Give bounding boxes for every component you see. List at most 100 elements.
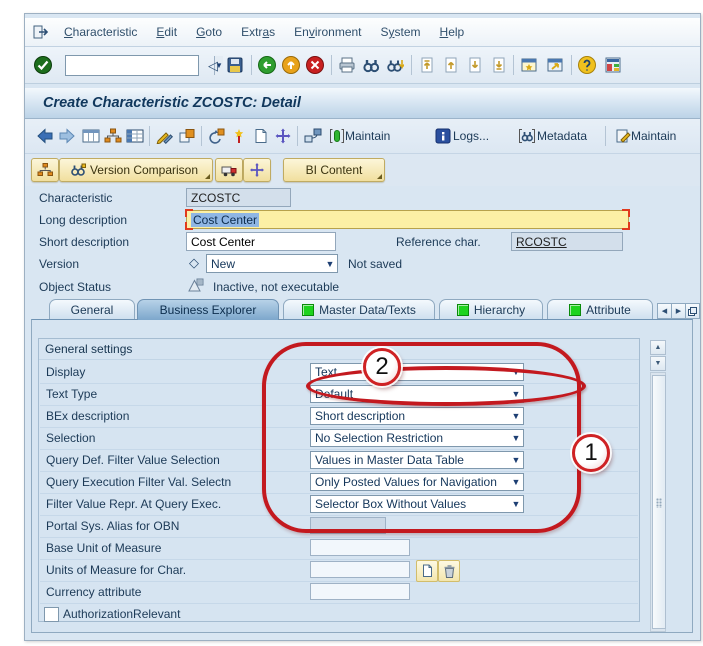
tab-business-explorer[interactable]: Business Explorer (137, 299, 279, 320)
create-units-button[interactable] (416, 560, 438, 582)
tab-attribute[interactable]: Attribute (547, 299, 653, 319)
maintain2-button[interactable]: Maintain (631, 129, 676, 143)
characteristic-label: Characteristic (39, 191, 112, 205)
scroll-up-icon[interactable]: ▲ (650, 340, 666, 355)
base-unit-field[interactable] (310, 539, 410, 556)
tab-scroll-left-icon[interactable]: ◀ (657, 303, 672, 319)
data-flow-button[interactable] (243, 158, 271, 182)
page-up-icon[interactable] (441, 55, 461, 75)
row-label: Units of Measure for Char. (46, 563, 186, 577)
filter-value-repr-dropdown[interactable]: Selector Box Without Values▼ (310, 495, 524, 513)
new-session-icon[interactable] (519, 55, 539, 75)
short-description-input[interactable] (187, 235, 335, 249)
check-icon[interactable] (229, 127, 249, 145)
save-icon[interactable] (225, 55, 245, 75)
customize-layout-icon[interactable] (603, 55, 623, 75)
bi-content-button[interactable]: BI Content (283, 158, 385, 182)
menu-item-edit[interactable]: Edit (156, 25, 177, 39)
maintain-icon[interactable] (327, 127, 347, 145)
sap-gui-screenshot: Characteristic Edit Goto Extras Environment S… (0, 0, 703, 646)
logs-button[interactable]: Logs... (453, 129, 489, 143)
table-icon[interactable] (125, 127, 145, 145)
find-next-icon[interactable] (385, 55, 405, 75)
query-exec-filter-dropdown[interactable]: Only Posted Values for Navigation▼ (310, 473, 524, 491)
exit-icon[interactable] (281, 55, 301, 75)
menu-item-goto[interactable]: Goto (196, 25, 222, 39)
overview-icon[interactable] (81, 127, 101, 145)
tab-general[interactable]: General (49, 299, 135, 319)
dropdown-value: Text (311, 365, 509, 379)
maintain-button[interactable]: Maintain (345, 129, 390, 143)
green-status-icon (302, 304, 314, 316)
next-object-icon[interactable] (57, 127, 77, 145)
enter-icon[interactable] (33, 55, 53, 75)
version-comparison-button[interactable]: Version Comparison (59, 158, 213, 182)
long-description-field[interactable]: Cost Center (186, 210, 629, 229)
query-def-filter-dropdown[interactable]: Values in Master Data Table▼ (310, 451, 524, 469)
scrollbar-thumb[interactable] (652, 375, 666, 629)
green-status-icon (569, 304, 581, 316)
menu-item-extras[interactable]: Extras (241, 25, 275, 39)
tab-label: Hierarchy (474, 303, 525, 317)
object-status-value: Inactive, not executable (213, 280, 339, 294)
menu-corner-icon (205, 174, 210, 179)
diamond-icon: ◇ (189, 256, 199, 269)
scroll-down-icon[interactable]: ▼ (650, 356, 666, 371)
bex-description-dropdown[interactable]: Short description▼ (310, 407, 524, 425)
data-flow-icon[interactable] (303, 127, 323, 145)
menu-item-help[interactable]: Help (440, 25, 465, 39)
command-input[interactable] (66, 56, 214, 75)
help-icon[interactable] (577, 55, 597, 75)
characteristic-field: ZCOSTC (186, 188, 291, 207)
previous-object-icon[interactable] (35, 127, 55, 145)
chevron-down-icon: ▼ (509, 411, 523, 421)
version-dropdown[interactable]: New▼ (206, 254, 338, 273)
hierarchy-button[interactable] (31, 158, 59, 182)
hierarchy-icon[interactable] (103, 127, 123, 145)
copy-icon[interactable] (177, 127, 197, 145)
command-field[interactable]: ▼ (65, 55, 199, 76)
first-page-icon[interactable] (417, 55, 437, 75)
where-used-icon[interactable] (207, 127, 227, 145)
short-description-label: Short description (39, 235, 129, 249)
print-icon[interactable] (337, 55, 357, 75)
tab-overview-icon[interactable] (685, 303, 700, 319)
metadata-button[interactable]: Metadata (537, 129, 587, 143)
find-icon[interactable] (361, 55, 381, 75)
text-type-dropdown[interactable]: Default▼ (310, 385, 524, 403)
tab-scroll-right-icon[interactable]: ▶ (671, 303, 686, 319)
tab-hierarchy[interactable]: Hierarchy (439, 299, 543, 319)
maintain-master-data-icon[interactable] (613, 127, 633, 145)
short-description-field[interactable] (186, 232, 336, 251)
navigation-arrows-icon[interactable] (273, 127, 293, 145)
info-icon[interactable] (433, 127, 453, 145)
back-triangle-icon[interactable]: ◁ (203, 55, 223, 75)
delete-units-button[interactable] (438, 560, 460, 582)
menu-item-system[interactable]: System (381, 25, 421, 39)
display-dropdown[interactable]: Text▼ (310, 363, 524, 381)
transport-button[interactable] (215, 158, 243, 182)
currency-attribute-field[interactable] (310, 583, 410, 600)
menu-item-characteristic[interactable]: Characteristic (64, 25, 137, 39)
cancel-icon[interactable] (305, 55, 325, 75)
tab-master-data-texts[interactable]: Master Data/Texts (283, 299, 435, 319)
menu-item-environment[interactable]: Environment (294, 25, 361, 39)
selection-dropdown[interactable]: No Selection Restriction▼ (310, 429, 524, 447)
chevron-down-icon: ▼ (509, 433, 523, 443)
page-down-icon[interactable] (465, 55, 485, 75)
menu-items: Characteristic Edit Goto Extras Environment S… (64, 25, 483, 39)
divider (39, 359, 639, 360)
create-shortcut-icon[interactable] (545, 55, 565, 75)
last-page-icon[interactable] (489, 55, 509, 75)
units-of-measure-field[interactable] (310, 561, 410, 578)
back-icon[interactable] (257, 55, 277, 75)
exit-session-icon[interactable] (33, 24, 50, 40)
metadata-icon[interactable] (517, 127, 537, 145)
new-page-icon[interactable] (251, 127, 271, 145)
settings-row-display: Display Text▼ (40, 361, 638, 384)
row-label: Text Type (46, 387, 97, 401)
scrollbar-track[interactable] (650, 372, 666, 632)
authorization-relevant-checkbox[interactable] (44, 607, 59, 622)
vertical-scrollbar[interactable]: ▲ ▼ (650, 340, 666, 632)
display-change-icon[interactable] (155, 127, 175, 145)
